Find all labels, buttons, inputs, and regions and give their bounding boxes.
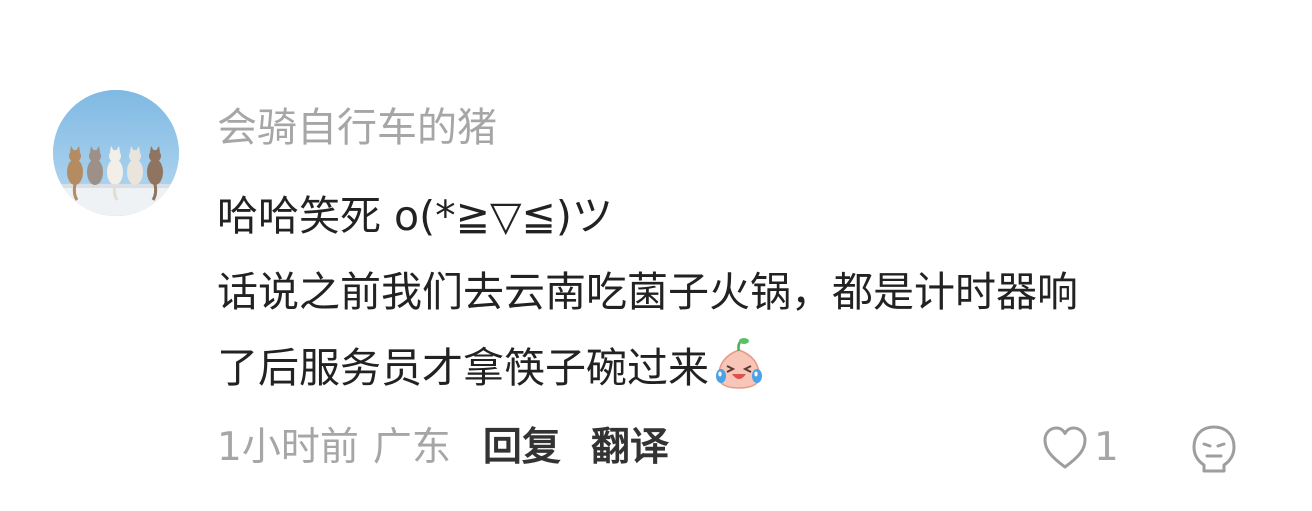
comment-location: 广东 <box>372 425 451 470</box>
avatar-cats-on-fence <box>53 90 179 216</box>
laughing-tears-sticker-icon <box>711 336 767 392</box>
comment-line-1: 哈哈笑死 o(*≧▽≦)ツ <box>217 192 613 240</box>
comment-meta: 1小时前 广东 回复 翻译 <box>217 420 669 476</box>
like-count: 1 <box>1094 425 1119 470</box>
meh-face-icon[interactable] <box>1188 422 1240 474</box>
avatar[interactable] <box>53 90 179 216</box>
like-button[interactable]: 1 <box>1040 420 1119 476</box>
heart-outline-icon <box>1040 423 1090 473</box>
comment-line-3: 了后服务员才拿筷子碗过来 <box>217 330 1277 406</box>
comment-line-3-text: 了后服务员才拿筷子碗过来 <box>217 344 709 392</box>
comment-content: 哈哈笑死 o(*≧▽≦)ツ 话说之前我们去云南吃菌子火锅，都是计时器响 了后服务… <box>217 178 1277 406</box>
translate-button[interactable]: 翻译 <box>591 420 669 476</box>
username[interactable]: 会骑自行车的猪 <box>217 100 497 156</box>
comment-time: 1小时前 <box>217 425 359 470</box>
comment-line-2: 话说之前我们去云南吃菌子火锅，都是计时器响 <box>217 268 1078 316</box>
reply-button[interactable]: 回复 <box>483 420 561 476</box>
